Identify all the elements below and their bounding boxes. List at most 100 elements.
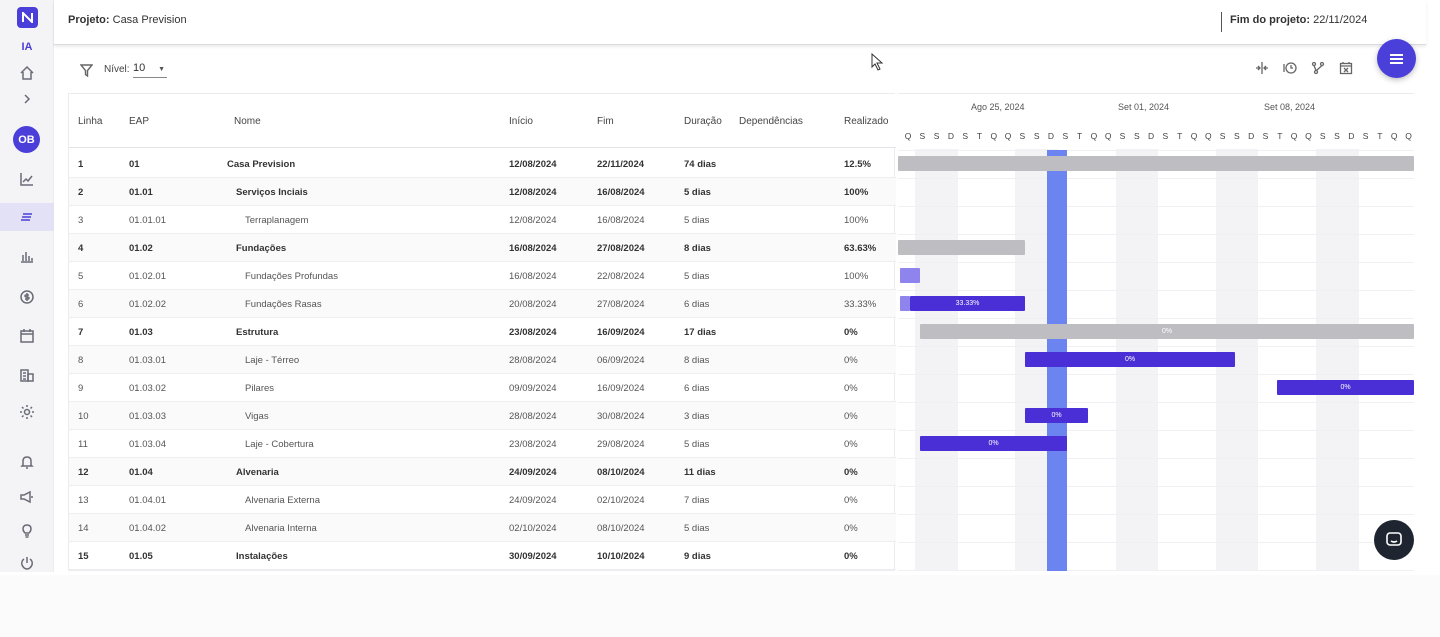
home-icon[interactable]: [0, 59, 54, 87]
row-line: [898, 542, 1414, 543]
cell-linha: 6: [78, 299, 84, 310]
day-label: S: [1162, 131, 1169, 141]
col-linha[interactable]: Linha: [78, 116, 102, 127]
cell-eap: 01: [129, 159, 140, 170]
day-label: Q: [1190, 131, 1198, 141]
col-fim[interactable]: Fim: [597, 116, 614, 127]
col-dependencias[interactable]: Dependências: [739, 116, 803, 127]
day-label: Q: [1204, 131, 1212, 141]
user-avatar[interactable]: OB: [13, 126, 40, 153]
table-row[interactable]: 4 01.02 Fundações 16/08/2024 27/08/2024 8 dia…: [69, 234, 896, 262]
notifications-bell-icon[interactable]: [0, 448, 54, 476]
cell-fim: 10/10/2024: [597, 551, 645, 562]
col-eap[interactable]: EAP: [129, 116, 149, 127]
finance-coin-icon[interactable]: [0, 283, 54, 311]
cell-linha: 4: [78, 243, 84, 254]
filter-icon[interactable]: [79, 64, 94, 82]
level-label: Nível:: [104, 64, 130, 75]
dependencies-branch-icon[interactable]: [1310, 60, 1326, 76]
mouse-cursor-icon: [871, 52, 885, 76]
day-label: Q: [904, 131, 912, 141]
cell-linha: 14: [78, 523, 89, 534]
row-line: [898, 234, 1414, 235]
cell-eap: 01.02.02: [129, 299, 166, 310]
split-view-icon[interactable]: [1254, 60, 1270, 76]
col-realizado[interactable]: Realizado: [844, 116, 888, 127]
ia-assistant-link[interactable]: IA: [0, 41, 54, 53]
cell-duracao: 6 dias: [684, 383, 710, 394]
table-row[interactable]: 14 01.04.02 Alvenaria Interna 02/10/2024 08/…: [69, 514, 896, 542]
building-icon[interactable]: [0, 361, 54, 389]
logout-power-icon[interactable]: [0, 549, 54, 577]
cell-duracao: 5 dias: [684, 523, 710, 534]
tips-lightbulb-icon[interactable]: [0, 517, 54, 545]
task-bar[interactable]: 0%: [1025, 352, 1235, 367]
calendar-cancel-icon[interactable]: [1338, 60, 1354, 76]
expand-chevron-icon[interactable]: [0, 85, 54, 113]
cell-nome: Casa Prevision: [227, 159, 296, 170]
summary-bar[interactable]: [898, 240, 1025, 255]
task-bar[interactable]: 0%: [1025, 408, 1088, 423]
day-label: S: [1234, 131, 1240, 141]
table-row[interactable]: 9 01.03.02 Pilares 09/09/2024 16/09/2024 6 di…: [69, 374, 896, 402]
row-line: [898, 262, 1414, 263]
table-row[interactable]: 8 01.03.01 Laje - Térreo 28/08/2024 06/09/20…: [69, 346, 896, 374]
calendar-icon[interactable]: [0, 322, 54, 350]
hamburger-menu-icon: [1390, 52, 1403, 66]
day-label: Q: [1004, 131, 1012, 141]
col-nome[interactable]: Nome: [234, 116, 261, 127]
timeline-clock-icon[interactable]: [1282, 60, 1298, 76]
task-bar[interactable]: [900, 296, 910, 311]
summary-bar[interactable]: 0%: [920, 324, 1414, 339]
line-chart-icon[interactable]: [0, 165, 54, 193]
cell-eap: 01.03: [129, 327, 153, 338]
table-row[interactable]: 1 01 Casa Prevision 12/08/2024 22/11/2024 74 …: [69, 150, 896, 178]
cell-nome: Estrutura: [236, 327, 279, 338]
cell-inicio: 16/08/2024: [509, 243, 557, 254]
table-row[interactable]: 12 01.04 Alvenaria 24/09/2024 08/10/2024 11 d…: [69, 458, 896, 486]
app-logo[interactable]: [17, 7, 38, 28]
table-row[interactable]: 13 01.04.01 Alvenaria Externa 24/09/2024 02/…: [69, 486, 896, 514]
table-row[interactable]: 7 01.03 Estrutura 23/08/2024 16/09/2024 17 di…: [69, 318, 896, 346]
cell-nome: Fundações Profundas: [245, 271, 338, 282]
cell-fim: 22/11/2024: [597, 159, 645, 170]
table-row[interactable]: 6 01.02.02 Fundações Rasas 20/08/2024 27/08/…: [69, 290, 896, 318]
col-inicio[interactable]: Início: [509, 116, 533, 127]
summary-bar[interactable]: [898, 156, 1414, 171]
task-bar[interactable]: [900, 268, 920, 283]
table-row[interactable]: 15 01.05 Instalações 30/09/2024 10/10/2024 9 …: [69, 542, 896, 570]
sidebar: IA OB: [0, 0, 54, 572]
day-label: S: [933, 131, 940, 141]
row-line: [898, 178, 1414, 179]
gantt-schedule-icon[interactable]: [0, 203, 54, 231]
cell-nome: Alvenaria: [236, 467, 279, 478]
bar-chart-icon[interactable]: [0, 242, 54, 270]
cell-fim: 16/09/2024: [597, 383, 645, 394]
support-chat-button[interactable]: [1374, 520, 1414, 560]
row-line: [898, 570, 1414, 571]
cell-realizado: 33.33%: [844, 299, 877, 310]
weekend-column: [1315, 149, 1359, 571]
cell-fim: 16/08/2024: [597, 215, 645, 226]
table-row[interactable]: 11 01.03.04 Laje - Cobertura 23/08/2024 29/0…: [69, 430, 896, 458]
table-row[interactable]: 2 01.01 Serviços Inciais 12/08/2024 16/08/20…: [69, 178, 896, 206]
announcements-megaphone-icon[interactable]: [0, 483, 54, 511]
cell-realizado: 100%: [844, 187, 869, 198]
table-row[interactable]: 3 01.01.01 Terraplanagem 12/08/2024 16/08/20…: [69, 206, 896, 234]
table-row[interactable]: 5 01.02.01 Fundações Profundas 16/08/2024 22…: [69, 262, 896, 290]
level-select[interactable]: 10 ▼: [133, 62, 167, 78]
cell-linha: 13: [78, 495, 89, 506]
row-line: [898, 486, 1414, 487]
task-bar[interactable]: 33.33%: [910, 296, 1025, 311]
col-duracao[interactable]: Duração: [684, 116, 722, 127]
day-label: Q: [1090, 131, 1098, 141]
table-row[interactable]: 10 01.03.03 Vigas 28/08/2024 30/08/2024 3 dia…: [69, 402, 896, 430]
task-bar[interactable]: 0%: [920, 436, 1067, 451]
settings-gear-icon[interactable]: [0, 398, 54, 426]
row-line: [898, 150, 1414, 151]
task-bar[interactable]: 0%: [1277, 380, 1414, 395]
chevron-down-icon: ▼: [158, 66, 165, 73]
row-line: [898, 290, 1414, 291]
menu-fab-button[interactable]: [1377, 39, 1416, 78]
cell-realizado: 0%: [844, 467, 858, 478]
